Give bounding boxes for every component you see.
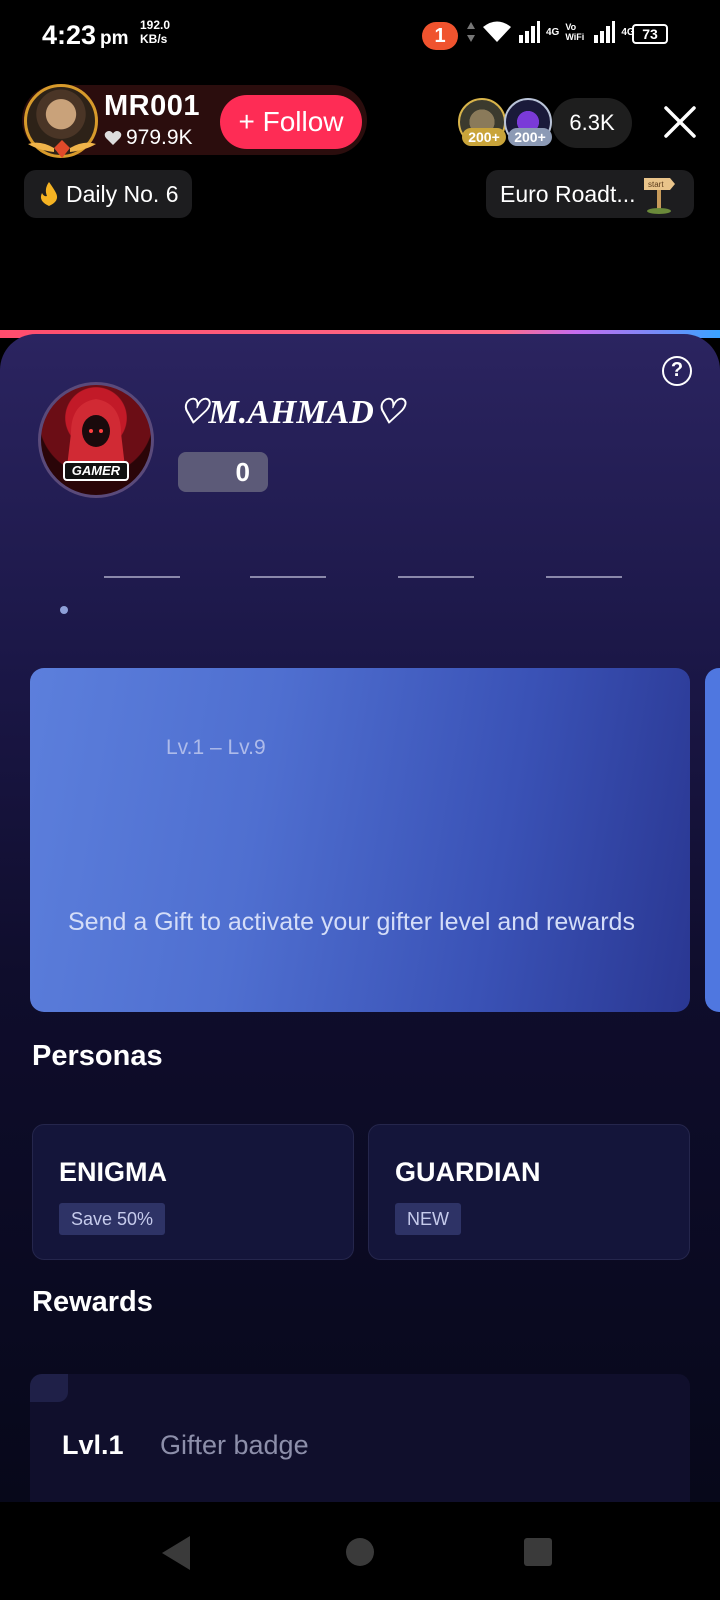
level-range: Lv.1 – Lv.9 bbox=[166, 736, 266, 759]
persona-card-guardian[interactable]: GUARDIAN NEW bbox=[368, 1124, 690, 1260]
network-speed: 192.0 KB/s bbox=[140, 18, 171, 46]
viewer-count[interactable]: 6.3K bbox=[552, 98, 632, 148]
persona-card-enigma[interactable]: ENIGMA Save 50% bbox=[32, 1124, 354, 1260]
start-signpost-icon: start bbox=[643, 178, 675, 214]
persona-tag: NEW bbox=[395, 1203, 461, 1235]
recent-apps-icon[interactable] bbox=[524, 1538, 552, 1566]
reward-row[interactable]: Lvl.1 Gifter badge bbox=[30, 1374, 690, 1502]
user-name: ♡M.AHMAD♡ bbox=[178, 394, 405, 431]
host-wings-badge-icon bbox=[28, 140, 96, 158]
level-progress-segment-1 bbox=[104, 576, 180, 578]
personas-title: Personas bbox=[32, 1040, 163, 1072]
daily-rank-chip[interactable]: Daily No. 6 bbox=[24, 170, 193, 218]
viewer-rank-badge: 200+ bbox=[462, 128, 506, 146]
reward-corner-tag bbox=[30, 1374, 68, 1402]
svg-text:start: start bbox=[648, 180, 664, 189]
level-progress-marker bbox=[60, 606, 68, 614]
event-chip[interactable]: Euro Roadt... start bbox=[486, 170, 694, 218]
gifter-score: 0 bbox=[178, 452, 268, 492]
heart-icon bbox=[104, 131, 122, 145]
wifi-icon bbox=[483, 21, 511, 42]
system-nav-bar bbox=[0, 1502, 720, 1600]
clock: 4:23 pm bbox=[42, 20, 129, 50]
notification-badge: 1 bbox=[422, 22, 458, 50]
persona-name: ENIGMA bbox=[59, 1157, 167, 1187]
back-icon[interactable] bbox=[162, 1536, 190, 1570]
status-icons: 4G Vo WiFi 4G bbox=[466, 20, 635, 44]
gifter-level-sheet: ? GAMER ♡M.AHMAD♡ 0 Lv.1 – Lv.9 Send a G… bbox=[0, 334, 720, 1502]
battery-indicator: 73 bbox=[632, 24, 668, 44]
rewards-title: Rewards bbox=[32, 1286, 153, 1318]
level-card[interactable]: Lv.1 – Lv.9 Send a Gift to activate your… bbox=[30, 668, 690, 1012]
user-avatar[interactable]: GAMER bbox=[38, 382, 154, 498]
follow-button[interactable]: + Follow bbox=[220, 95, 362, 149]
help-icon[interactable]: ? bbox=[662, 356, 692, 386]
close-icon[interactable] bbox=[662, 104, 698, 140]
signal-icon-2 bbox=[594, 21, 616, 43]
level-progress-segment-4 bbox=[546, 576, 622, 578]
persona-name: GUARDIAN bbox=[395, 1157, 541, 1187]
vowifi-label: Vo WiFi bbox=[565, 22, 585, 42]
status-bar: 4:23 pm 192.0 KB/s 1 4G Vo WiFi 4G 73 bbox=[0, 0, 720, 72]
level-progress-segment-2 bbox=[250, 576, 326, 578]
signal-icon bbox=[519, 21, 540, 43]
persona-tag: Save 50% bbox=[59, 1203, 166, 1235]
top-viewer-avatar-1[interactable]: 200+ bbox=[458, 98, 506, 146]
avatar-label: GAMER bbox=[63, 461, 129, 481]
level-card-message: Send a Gift to activate your gifter leve… bbox=[68, 908, 635, 936]
flame-icon bbox=[40, 182, 58, 206]
level-progress-segment-3 bbox=[398, 576, 474, 578]
sim1-network-label: 4G bbox=[546, 26, 560, 38]
reward-level: Lvl.1 bbox=[62, 1430, 124, 1460]
host-name[interactable]: MR001 bbox=[104, 90, 200, 123]
host-likes: 979.9K bbox=[104, 126, 193, 150]
data-arrows-icon bbox=[467, 22, 475, 42]
home-icon[interactable] bbox=[346, 1538, 374, 1566]
top-viewer-avatar-2[interactable]: 200+ bbox=[504, 98, 552, 146]
reward-name: Gifter badge bbox=[160, 1430, 309, 1460]
viewer-rank-badge: 200+ bbox=[508, 128, 552, 146]
next-level-card-peek[interactable] bbox=[705, 668, 720, 1012]
